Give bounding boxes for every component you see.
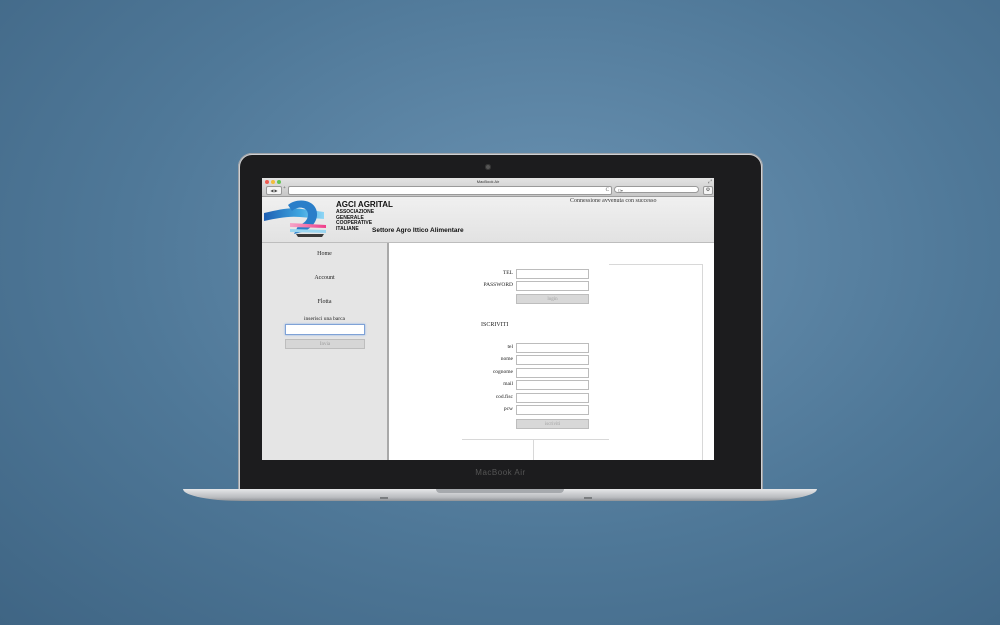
browser-window: MacBook Air ⤢ ◀ ▶ + C Q▾ ⚙ AGCI AGRITAL … — [262, 178, 714, 460]
tel-input[interactable] — [516, 269, 589, 279]
divider — [533, 440, 534, 460]
org-subtitle-line: ITALIANE — [336, 225, 359, 232]
register-codfisc-label: cod.fisc — [495, 394, 513, 400]
main-content: TEL PASSWORD login ISCRIVITI tel nome co… — [389, 243, 714, 460]
camera-icon — [485, 164, 491, 170]
sidebar: Home Account Flotta inserisci una barca … — [262, 243, 389, 460]
reload-icon[interactable]: C — [606, 187, 609, 194]
register-tel-label: tel — [507, 344, 514, 350]
password-input[interactable] — [516, 281, 589, 291]
gear-icon[interactable]: ⚙ — [703, 186, 713, 195]
minimize-window-icon[interactable] — [271, 180, 275, 184]
tel-label: TEL — [502, 270, 513, 276]
browser-search-field[interactable]: Q▾ — [614, 186, 699, 193]
fullscreen-icon[interactable]: ⤢ — [708, 179, 712, 185]
sidebar-item-account[interactable]: Account — [262, 275, 387, 281]
agci-logo-icon — [264, 200, 326, 237]
register-mail-input[interactable] — [516, 380, 589, 390]
site-header: AGCI AGRITAL ASSOCIAZIONE GENERALE COOPE… — [262, 197, 714, 243]
register-pcw-label: pcw — [503, 406, 513, 412]
org-name: AGCI AGRITAL — [336, 200, 393, 209]
laptop-foot — [584, 497, 592, 499]
password-label: PASSWORD — [483, 282, 513, 288]
new-tab-icon[interactable]: + — [283, 186, 286, 191]
register-nome-label: nome — [500, 356, 513, 362]
device-brand: MacBook Air — [475, 468, 526, 477]
sidebar-item-home[interactable]: Home — [262, 251, 387, 257]
sidebar-item-flotta[interactable]: Flotta — [262, 299, 387, 305]
status-message: Connessione avvenuta con successo — [570, 198, 657, 204]
register-tel-input[interactable] — [516, 343, 589, 353]
browser-toolbar: MacBook Air ⤢ ◀ ▶ + C Q▾ ⚙ — [262, 178, 714, 197]
register-pcw-input[interactable] — [516, 405, 589, 415]
register-button[interactable]: iscriviti — [516, 419, 589, 429]
register-cognome-label: cognome — [492, 369, 513, 375]
org-subtitle: ASSOCIAZIONE GENERALE COOPERATIVE ITALIA… — [336, 209, 374, 232]
register-nome-input[interactable] — [516, 355, 589, 365]
divider — [609, 264, 703, 265]
boat-label: inserisci una barca — [304, 316, 345, 322]
back-forward-button[interactable]: ◀ ▶ — [266, 186, 282, 195]
boat-input[interactable] — [285, 324, 365, 335]
close-window-icon[interactable] — [265, 180, 269, 184]
window-title: MacBook Air — [476, 179, 500, 184]
laptop-foot — [380, 497, 388, 499]
register-codfisc-input[interactable] — [516, 393, 589, 403]
address-bar[interactable]: C — [288, 186, 612, 195]
divider — [702, 264, 703, 460]
login-button[interactable]: login — [516, 294, 589, 304]
register-mail-label: mail — [503, 381, 513, 387]
boat-submit-button[interactable]: Invia — [285, 339, 365, 349]
sector-title: Settore Agro Ittico Alimentare — [372, 227, 464, 234]
zoom-window-icon[interactable] — [277, 180, 281, 184]
register-heading: ISCRIVITI — [481, 322, 509, 328]
divider — [462, 439, 609, 440]
lid-notch — [436, 489, 564, 493]
register-cognome-input[interactable] — [516, 368, 589, 378]
